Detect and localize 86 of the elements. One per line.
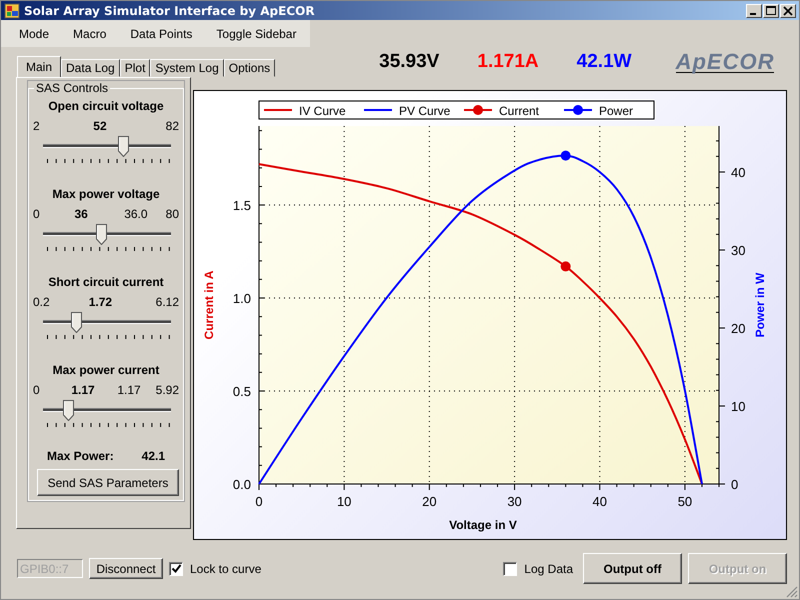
y-axis-title: Current in A [202,270,216,340]
group-title: SAS Controls [35,81,110,95]
slider-label: Max power voltage [51,187,161,201]
x-tick-label: 50 [678,494,692,509]
legend-marker-icon [564,105,592,115]
data-point [560,261,571,272]
slider-thumb[interactable] [70,312,82,333]
slider-label: Max power current [52,363,160,377]
readout: 42.1W [576,51,632,73]
legend-label: IV Curve [299,104,346,118]
checkbox[interactable] [503,562,518,576]
max-power-label: Max Power: [47,449,114,463]
legend-line-icon [264,109,292,111]
tab[interactable]: Plot [120,59,150,77]
y2-tick-label: 20 [731,321,746,336]
y-tick-label: 1.5 [232,198,251,214]
close-button[interactable] [780,4,796,18]
y-tick-label: 1.0 [232,291,251,306]
menu-item[interactable]: Macro [59,26,116,40]
y-tick-label: 0.0 [232,477,251,492]
disconnect-button[interactable]: Disconnect [89,558,163,579]
legend-label: Current [499,104,540,118]
slider-thumb[interactable] [96,224,107,245]
tab[interactable]: System Log [150,59,224,77]
setpoint-value: 1.17 [117,383,142,397]
current-value: 52 [93,119,108,133]
x-tick-label: 40 [592,494,607,509]
menu-item[interactable]: Mode [5,26,60,40]
checkbox-label: Log Data [524,562,573,576]
max-value: 5.92 [156,383,179,397]
check-icon [170,563,182,574]
x-tick-label: 10 [336,494,352,509]
current-value: 1.17 [71,383,96,397]
min-value: 2 [33,119,41,133]
slider-label: Open circuit voltage [47,99,165,113]
min-value: 0 [33,383,41,397]
slider[interactable] [43,400,171,422]
max-value: 80 [166,207,179,221]
maximize-button[interactable] [763,4,779,18]
slider[interactable] [43,224,171,246]
slider-label: Short circuit current [47,275,165,289]
close-icon [783,6,793,16]
x-tick-label: 0 [255,494,263,509]
logo: ApECOR [676,52,774,72]
menu-item[interactable]: Toggle Sidebar [202,26,306,40]
readout: 35.93V [379,51,440,73]
slider-thumb[interactable] [63,400,74,421]
current-value: 36 [74,207,89,221]
x-tick-label: 20 [422,494,437,509]
data-point [560,150,571,161]
maximize-icon [766,6,776,16]
legend-marker-icon [464,105,492,115]
minimize-icon [750,12,756,14]
legend-label: PV Curve [399,104,450,118]
max-value: 82 [166,119,179,133]
output-button[interactable]: Output off [583,553,682,584]
tab[interactable]: Options [224,59,276,77]
tab[interactable]: Data Log [61,59,120,77]
x-axis-title: Voltage in V [449,518,517,532]
min-value: 0 [33,207,41,221]
slider[interactable] [43,136,171,158]
current-value: 1.72 [88,295,114,309]
y2-tick-label: 0 [731,477,738,492]
y2-tick-label: 40 [731,165,746,180]
tab[interactable]: Main [17,56,62,77]
y2-tick-label: 30 [731,243,746,258]
legend-line-icon [364,109,392,111]
setpoint-value: 36.0 [124,207,149,221]
max-value: 6.12 [156,295,179,309]
x-tick-label: 30 [507,494,522,509]
checkbox-label: Lock to curve [190,562,262,576]
y-tick-label: 0.5 [232,384,251,400]
app-icon [4,2,20,18]
max-power-value: 42.1 [142,449,165,463]
slider-thumb[interactable] [118,136,129,157]
legend-label: Power [599,104,634,118]
slider[interactable] [43,312,171,334]
readout: 1.171A [477,51,539,73]
y2-tick-label: 10 [731,399,746,414]
y2-axis-title: Power in W [753,272,767,338]
min-value: 0.2 [33,295,51,309]
send-parameters-button[interactable]: Send SAS Parameters [37,469,179,496]
window-title: Solar Array Simulator Interface by ApECOR [24,4,315,18]
checkbox[interactable] [169,562,183,576]
minimize-button[interactable] [746,4,762,18]
menu-item[interactable]: Data Points [116,26,202,40]
